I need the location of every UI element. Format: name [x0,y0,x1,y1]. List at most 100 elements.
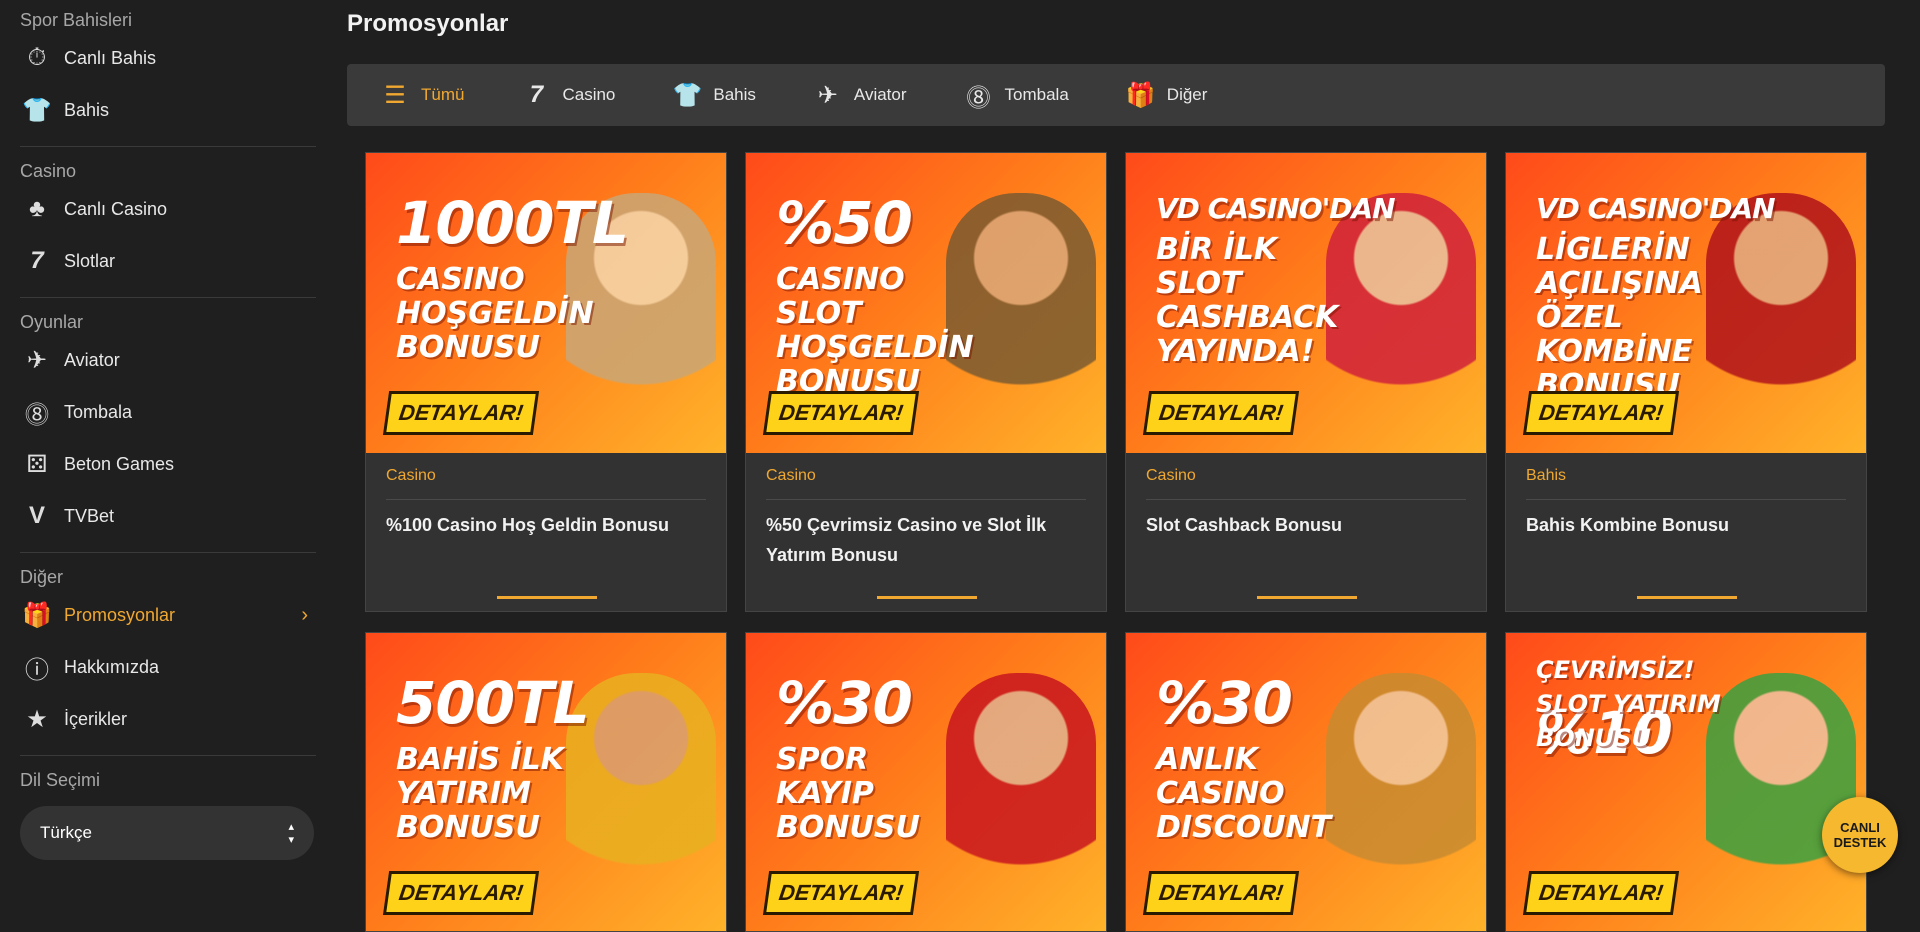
promo-grid: 1000TL CASINO HOŞGELDİN BONUSU DETAYLAR!… [365,152,1885,932]
live-support-line2: DESTEK [1834,835,1887,850]
promo-card[interactable]: 1000TL CASINO HOŞGELDİN BONUSU DETAYLAR!… [365,152,727,612]
gift-icon: 🎁 [1121,77,1161,113]
sidebar-item-betting[interactable]: 👕 Bahis [20,84,316,136]
promo-card[interactable]: 500TL BAHİS İLK YATIRIM BONUSU DETAYLAR! [365,632,727,932]
banner-headline: %50 [776,193,912,253]
banner-subtitle: CASINO HOŞGELDİN BONUSU [396,263,596,365]
tab-label: Diğer [1167,85,1208,105]
details-button[interactable]: DETAYLAR! [383,391,539,435]
promo-banner[interactable]: VD CASINO'DAN LİGLERİN AÇILIŞINA ÖZEL KO… [1506,153,1866,453]
sidebar-item-live-betting[interactable]: ⏱ Canlı Bahis [20,32,316,84]
promo-banner[interactable]: %30 ANLIK CASINO DISCOUNT DETAYLAR! [1126,633,1486,932]
gift-icon: 🎁 [20,598,54,632]
club-icon: ♣ [20,192,54,226]
language-select[interactable]: Türkçe ▴▾ [20,806,314,860]
chevron-right-icon: › [301,604,308,627]
section-title-other: Diğer [20,565,316,589]
sidebar-item-tvbet[interactable]: V TVBet [20,490,316,542]
live-support-line1: CANLI [1840,820,1880,835]
promo-banner[interactable]: 1000TL CASINO HOŞGELDİN BONUSU DETAYLAR! [366,153,726,453]
promo-banner[interactable]: %30 SPOR KAYIP BONUSU DETAYLAR! [746,633,1106,932]
section-title-games: Oyunlar [20,310,316,334]
banner-subtitle: BİR İLK SLOT CASHBACK YAYINDA! [1156,233,1356,369]
promo-banner[interactable]: %50 CASINO SLOT HOŞGELDİN BONUSU DETAYLA… [746,153,1106,453]
jersey-icon: 👕 [667,77,707,113]
tvbet-icon: V [20,499,54,533]
divider [20,146,316,147]
banner-headline: %30 [776,673,912,733]
card-body: Casino Slot Cashback Bonusu [1126,453,1486,586]
tab-other[interactable]: 🎁 Diğer [1121,77,1208,113]
details-button[interactable]: DETAYLAR! [763,391,919,435]
divider [20,755,316,756]
sidebar-item-label: Hakkımızda [64,657,159,678]
promo-card[interactable]: %10 ÇEVRİMSİZ! SLOT YATIRIM BONUSU DETAY… [1505,632,1867,932]
banner-headline: 1000TL [396,193,628,253]
banner-headline: VD CASINO'DAN [1156,193,1395,225]
card-title[interactable]: %100 Casino Hoş Geldin Bonusu [386,510,706,572]
banner-subtitle: LİGLERİN AÇILIŞINA ÖZEL KOMBİNE BONUSU [1536,233,1736,403]
promo-card[interactable]: %30 ANLIK CASINO DISCOUNT DETAYLAR! [1125,632,1487,932]
promo-card[interactable]: VD CASINO'DAN LİGLERİN AÇILIŞINA ÖZEL KO… [1505,152,1867,612]
tab-casino[interactable]: 7 Casino [516,77,615,113]
details-button[interactable]: DETAYLAR! [1143,391,1299,435]
sidebar-item-label: Tombala [64,402,132,423]
details-button[interactable]: DETAYLAR! [763,871,919,915]
sidebar: Spor Bahisleri ⏱ Canlı Bahis 👕 Bahis Cas… [0,0,330,903]
seven-icon: 7 [20,244,54,278]
card-category: Casino [1146,467,1466,489]
sidebar-item-label: Canlı Casino [64,199,167,220]
dice-icon: ⚄ [20,447,54,481]
bingo-ball-icon: ⓼ [959,77,999,113]
info-icon: ⓘ [20,650,54,684]
details-button[interactable]: DETAYLAR! [1523,871,1679,915]
promo-card[interactable]: VD CASINO'DAN BİR İLK SLOT CASHBACK YAYI… [1125,152,1487,612]
banner-headline: 500TL [396,673,589,733]
tab-tombala[interactable]: ⓼ Tombala [959,77,1069,113]
banner-subtitle: ÇEVRİMSİZ! SLOT YATIRIM BONUSU [1536,653,1736,755]
tab-label: Tümü [421,85,464,105]
stopwatch-icon: ⏱ [20,41,54,75]
card-accent-line [1637,596,1737,599]
list-icon: ☰ [375,77,415,113]
sidebar-item-about[interactable]: ⓘ Hakkımızda [20,641,316,693]
card-body: Casino %50 Çevrimsiz Casino ve Slot İlk … [746,453,1106,586]
card-accent-line [497,596,597,599]
card-category: Casino [386,467,706,489]
promo-banner[interactable]: VD CASINO'DAN BİR İLK SLOT CASHBACK YAYI… [1126,153,1486,453]
tab-label: Tombala [1005,85,1069,105]
propeller-icon: ✈ [20,343,54,377]
sidebar-item-aviator[interactable]: ✈ Aviator [20,334,316,386]
details-button[interactable]: DETAYLAR! [1143,871,1299,915]
sidebar-item-label: Bahis [64,100,109,121]
promo-card[interactable]: %50 CASINO SLOT HOŞGELDİN BONUSU DETAYLA… [745,152,1107,612]
promo-card[interactable]: %30 SPOR KAYIP BONUSU DETAYLAR! [745,632,1107,932]
tab-betting[interactable]: 👕 Bahis [667,77,756,113]
tab-label: Bahis [713,85,756,105]
promo-banner[interactable]: 500TL BAHİS İLK YATIRIM BONUSU DETAYLAR! [366,633,726,932]
card-title[interactable]: Bahis Kombine Bonusu [1526,510,1846,572]
sidebar-item-live-casino[interactable]: ♣ Canlı Casino [20,183,316,235]
tab-aviator[interactable]: ✈ Aviator [808,77,907,113]
sidebar-item-label: TVBet [64,506,114,527]
sidebar-item-promotions[interactable]: 🎁 Promosyonlar › [20,589,316,641]
tab-label: Aviator [854,85,907,105]
details-button[interactable]: DETAYLAR! [383,871,539,915]
seven-icon: 7 [516,77,556,113]
tab-all[interactable]: ☰ Tümü [375,77,464,113]
details-button[interactable]: DETAYLAR! [1523,391,1679,435]
divider [386,499,706,500]
sidebar-item-tombala[interactable]: ⓼ Tombala [20,386,316,438]
divider [766,499,1086,500]
sidebar-item-label: Aviator [64,350,120,371]
sidebar-item-beton-games[interactable]: ⚄ Beton Games [20,438,316,490]
card-title[interactable]: %50 Çevrimsiz Casino ve Slot İlk Yatırım… [766,510,1086,572]
card-title[interactable]: Slot Cashback Bonusu [1146,510,1466,572]
promo-banner[interactable]: %10 ÇEVRİMSİZ! SLOT YATIRIM BONUSU DETAY… [1506,633,1866,932]
jersey-icon: 👕 [20,93,54,127]
page-title: Promosyonlar [347,10,1885,46]
banner-headline: %30 [1156,673,1292,733]
sidebar-item-contents[interactable]: ★ İçerikler [20,693,316,745]
live-support-button[interactable]: CANLI DESTEK [1822,797,1898,873]
sidebar-item-slots[interactable]: 7 Slotlar [20,235,316,287]
